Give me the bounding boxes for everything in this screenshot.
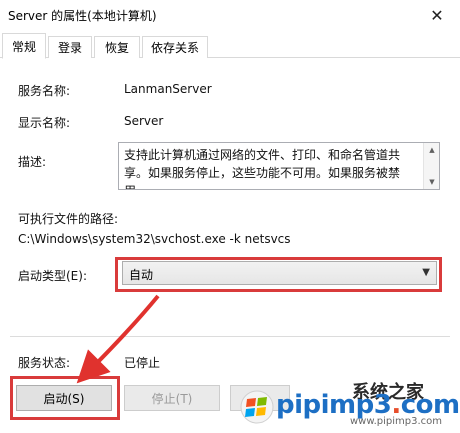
service-name-value: LanmanServer [124, 82, 212, 96]
display-name-value: Server [124, 114, 164, 128]
description-text: 支持此计算机通过网络的文件、打印、和命名管道共享。如果服务停止，这些功能不可用。… [124, 148, 401, 189]
service-status-value: 已停止 [124, 356, 161, 370]
startup-type-value: 自动 [129, 268, 154, 282]
chevron-down-icon: ▼ [422, 267, 430, 278]
title-bar: Server 的属性(本地计算机) ✕ [0, 0, 460, 30]
description-label: 描述: [18, 155, 47, 169]
tab-logon[interactable]: 登录 [48, 36, 92, 58]
close-icon: ✕ [430, 5, 444, 25]
scroll-down-icon[interactable]: ▼ [424, 175, 439, 189]
display-name-label: 显示名称: [18, 116, 71, 130]
exe-path-label: 可执行文件的路径: [18, 212, 119, 226]
startup-type-select[interactable]: 自动 ▼ [122, 261, 437, 285]
service-status-label: 服务状态: [18, 356, 71, 370]
window-title: Server 的属性(本地计算机) [8, 9, 157, 23]
description-scrollbar[interactable]: ▲ ▼ [423, 143, 439, 189]
tab-general[interactable]: 常规 [2, 33, 46, 59]
start-button[interactable]: 启动(S) [16, 385, 112, 411]
description-textbox[interactable]: 支持此计算机通过网络的文件、打印、和命名管道共享。如果服务停止，这些功能不可用。… [118, 142, 440, 190]
close-button[interactable]: ✕ [414, 0, 460, 30]
exe-path-value: C:\Windows\system32\svchost.exe -k netsv… [18, 232, 291, 246]
tab-dependencies[interactable]: 依存关系 [142, 36, 208, 58]
tab-strip: 常规 登录 恢复 依存关系 [0, 30, 460, 59]
scroll-up-icon[interactable]: ▲ [424, 143, 439, 157]
startup-type-label: 启动类型(E): [18, 269, 87, 283]
site-watermark: 系统之家 pipimp3.com www.pipimp3.com [200, 378, 460, 433]
service-name-label: 服务名称: [18, 84, 71, 98]
tab-recovery[interactable]: 恢复 [94, 36, 140, 58]
windows-logo-icon [240, 390, 274, 424]
separator [10, 336, 450, 337]
watermark-url: www.pipimp3.com [350, 416, 443, 427]
